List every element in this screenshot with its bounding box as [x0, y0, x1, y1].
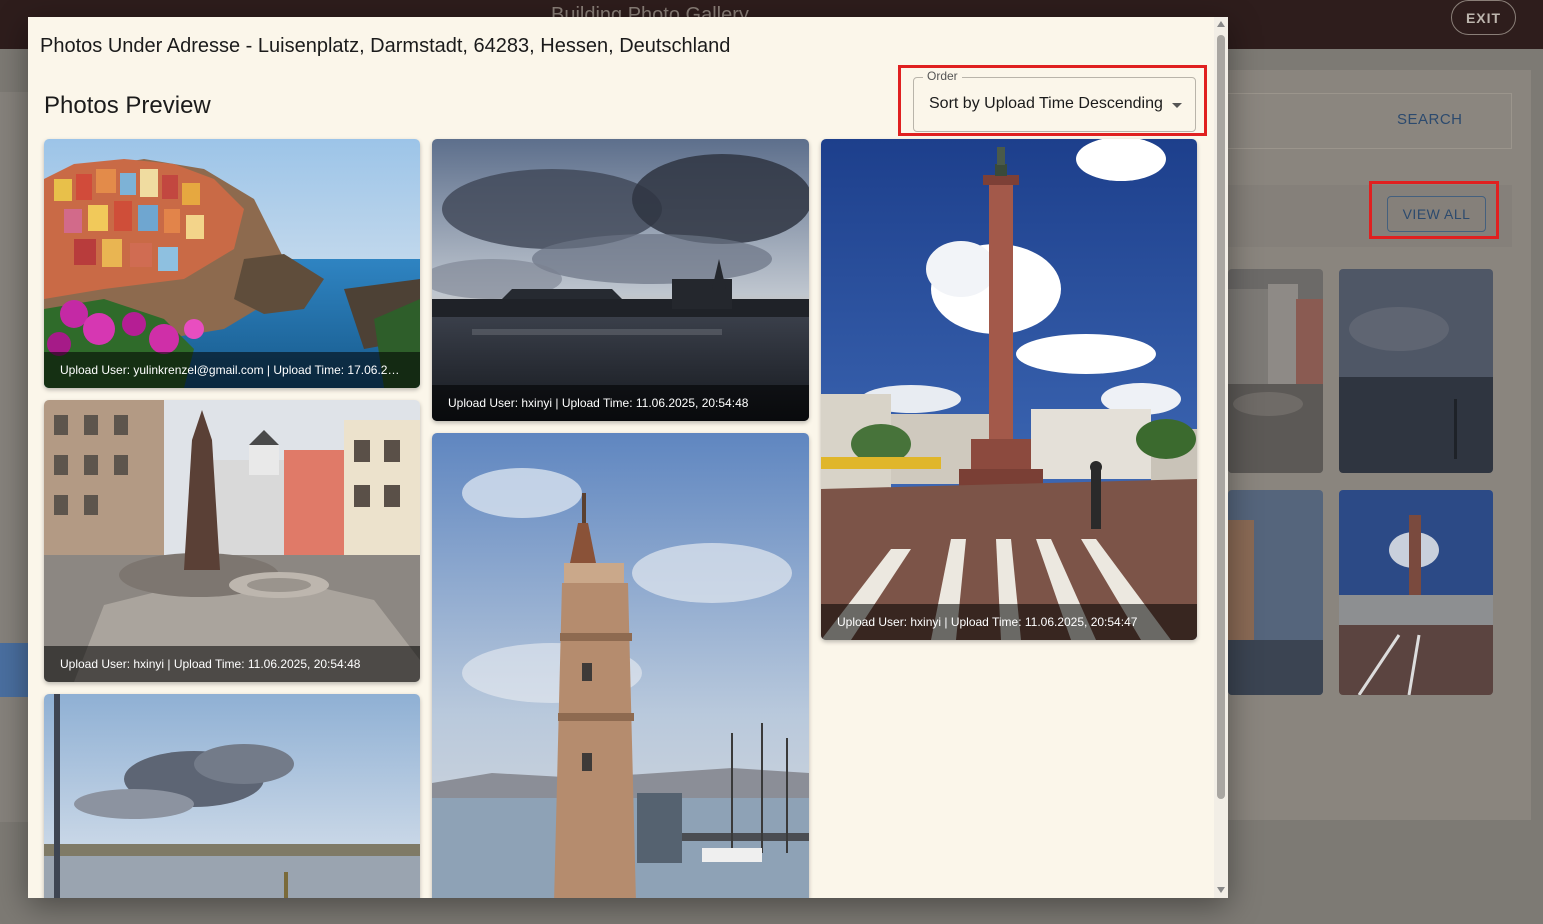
scroll-down-arrow-icon[interactable] [1217, 887, 1225, 893]
photos-modal: Photos Under Adresse - Luisenplatz, Darm… [28, 17, 1228, 898]
photo-caption: Upload User: hxinyi | Upload Time: 11.06… [821, 604, 1197, 640]
background-thumbnail-lighthouse[interactable] [1228, 490, 1323, 695]
scroll-thumb[interactable] [1217, 35, 1225, 799]
photo-card-luisenplatz-column[interactable]: Upload User: hxinyi | Upload Time: 11.06… [821, 139, 1197, 640]
photo-image [821, 139, 1197, 640]
photo-card-lake-harbor-sunset[interactable]: Upload User: hxinyi | Upload Time: 11.06… [432, 139, 809, 421]
background-search-box[interactable] [1228, 93, 1512, 149]
photo-card-lake-cloudy-sky[interactable] [44, 694, 420, 898]
photo-image [432, 433, 809, 898]
photo-caption: Upload User: hxinyi | Upload Time: 11.06… [432, 385, 809, 421]
photo-image [44, 694, 420, 898]
background-sidebar-selected-item[interactable] [0, 643, 28, 697]
photo-caption: Upload User: hxinyi | Upload Time: 11.06… [44, 646, 420, 682]
photo-card-town-square-fountain[interactable]: Upload User: hxinyi | Upload Time: 11.06… [44, 400, 420, 682]
modal-scrollbar[interactable] [1214, 17, 1228, 898]
photos-preview-heading: Photos Preview [44, 92, 211, 119]
view-all-highlight-box [1369, 181, 1499, 239]
photo-image [44, 139, 420, 388]
background-sidebar [0, 92, 28, 822]
photo-image [44, 400, 420, 682]
modal-title: Photos Under Adresse - Luisenplatz, Darm… [40, 35, 731, 57]
order-highlight-box [898, 65, 1207, 136]
background-thumbnail-fountain[interactable] [1228, 269, 1323, 473]
background-thumbnail-column[interactable] [1339, 490, 1493, 695]
exit-button[interactable]: EXIT [1451, 0, 1516, 35]
photo-card-coastal-village[interactable]: Upload User: yulinkrenzel@gmail.com | Up… [44, 139, 420, 388]
photo-image [432, 139, 809, 421]
photo-caption: Upload User: yulinkrenzel@gmail.com | Up… [44, 352, 420, 388]
background-thumbnail-lake[interactable] [1339, 269, 1493, 473]
photo-card-lighthouse[interactable] [432, 433, 809, 898]
scroll-up-arrow-icon[interactable] [1217, 21, 1225, 27]
search-button[interactable]: SEARCH [1397, 111, 1463, 128]
